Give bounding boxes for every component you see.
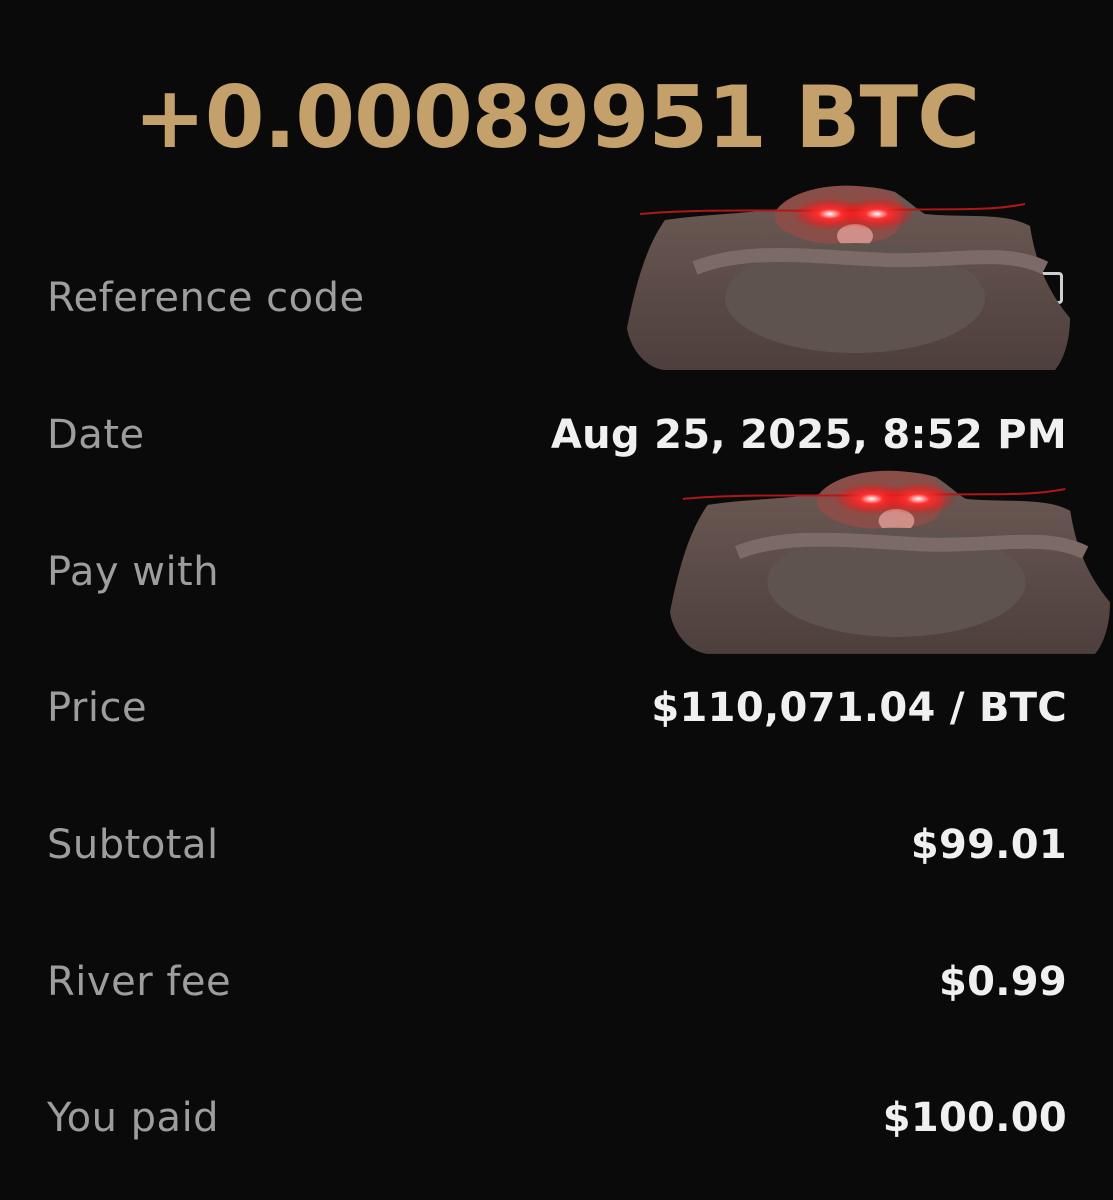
reference-code-label: Reference code <box>47 275 365 321</box>
row-date: Date Aug 25, 2025, 8:52 PM <box>47 405 1067 465</box>
price-value: $110,071.04 / BTC <box>651 685 1067 731</box>
river-fee-value: $0.99 <box>938 959 1067 1005</box>
meme-sticker-monkey <box>627 185 1070 370</box>
subtotal-label: Subtotal <box>47 822 219 868</box>
river-fee-label: River fee <box>47 959 232 1005</box>
you-paid-value: $100.00 <box>882 1095 1067 1141</box>
date-label: Date <box>47 412 145 458</box>
transaction-amount: +0.00089951 BTC <box>133 68 981 168</box>
meme-sticker-monkey <box>669 470 1111 654</box>
row-subtotal: Subtotal $99.01 <box>47 815 1067 875</box>
row-river-fee: River fee $0.99 <box>47 952 1067 1012</box>
date-value: Aug 25, 2025, 8:52 PM <box>550 412 1067 458</box>
pay-with-label: Pay with <box>47 549 220 595</box>
row-you-paid: You paid $100.00 <box>47 1088 1067 1148</box>
row-price: Price $110,071.04 / BTC <box>47 678 1067 738</box>
you-paid-label: You paid <box>47 1095 220 1141</box>
price-label: Price <box>47 685 148 731</box>
subtotal-value: $99.01 <box>910 822 1067 868</box>
